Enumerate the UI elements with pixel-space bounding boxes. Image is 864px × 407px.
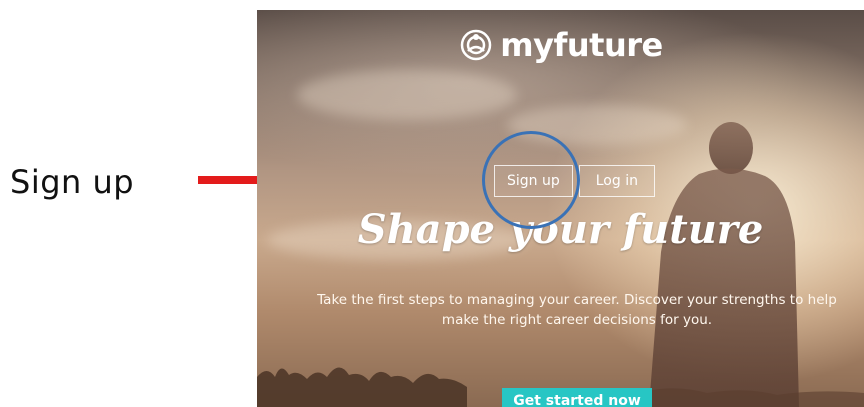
logo[interactable]: myfuture — [257, 26, 864, 64]
get-started-button[interactable]: Get started now — [502, 388, 652, 407]
log-in-button[interactable]: Log in — [578, 165, 655, 197]
myfuture-homepage-screenshot: myfuture Sign up Log in Shape your futur… — [257, 10, 864, 407]
hero-subtext-line-2: make the right career decisions for you. — [441, 312, 713, 328]
brand-name: myfuture — [500, 26, 663, 64]
sign-up-button[interactable]: Sign up — [494, 165, 573, 197]
annotation-label: Sign up — [10, 163, 135, 201]
myfuture-logo-icon — [461, 29, 492, 61]
auth-buttons: Sign up Log in — [494, 165, 655, 197]
hero-subtext-line-1: Take the first steps to managing your ca… — [317, 292, 837, 308]
hero-subtext: Take the first steps to managing your ca… — [317, 290, 837, 330]
cloud — [297, 70, 517, 120]
hero-headline: Shape your future — [357, 206, 764, 253]
